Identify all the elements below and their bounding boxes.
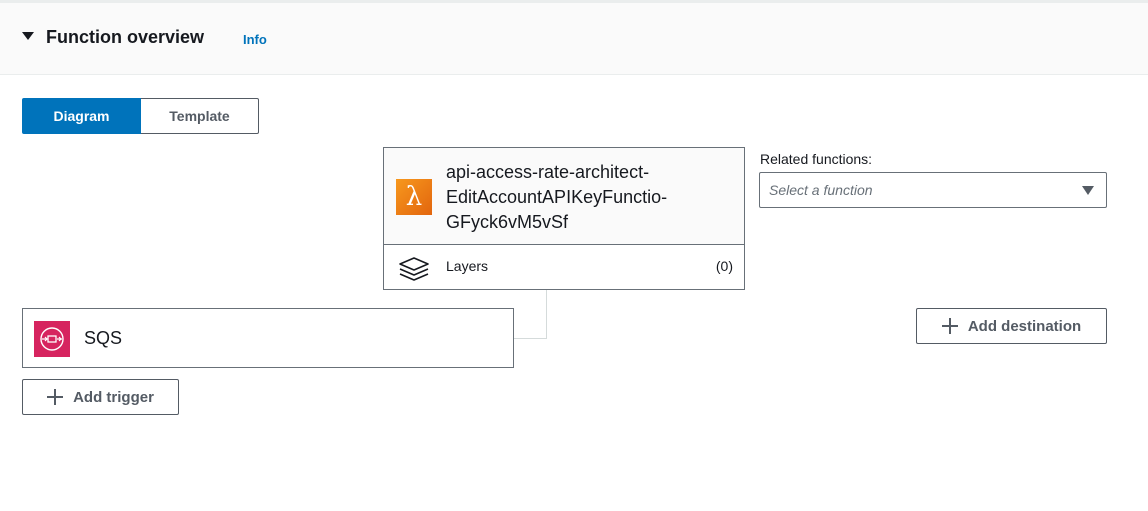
function-name-line: api-access-rate-architect-	[446, 162, 650, 182]
lambda-icon: λ	[396, 179, 432, 215]
related-functions-label: Related functions:	[760, 151, 873, 167]
tab-template[interactable]: Template	[141, 98, 259, 134]
tab-diagram[interactable]: Diagram	[22, 98, 141, 134]
trigger-label: SQS	[84, 328, 123, 348]
sqs-glyph	[40, 327, 64, 351]
function-name-line: EditAccountAPIKeyFunctio-	[446, 187, 668, 207]
layers-row[interactable]: Layers (0)	[384, 245, 744, 289]
layers-count: (0)	[715, 258, 733, 274]
function-name-line: GFyck6vM5vSf	[446, 212, 569, 232]
related-functions-select[interactable]: Select a function	[759, 172, 1107, 208]
function-card: λ api-access-rate-architect- EditAccount…	[383, 147, 745, 290]
trigger-card[interactable]: SQS	[22, 308, 514, 368]
view-toggle: Diagram Template	[22, 98, 259, 134]
caret-down-icon[interactable]	[22, 32, 34, 40]
function-name: api-access-rate-architect- EditAccountAP…	[446, 160, 736, 235]
caret-down-icon	[1082, 186, 1094, 195]
plus-icon	[941, 318, 958, 334]
section-title[interactable]: Function overview	[46, 27, 204, 48]
sqs-icon	[34, 321, 70, 357]
add-destination-button[interactable]: Add destination	[916, 308, 1107, 344]
section-header: Function overview Info	[0, 3, 1148, 75]
info-link[interactable]: Info	[243, 32, 267, 47]
function-card-header[interactable]: λ api-access-rate-architect- EditAccount…	[384, 148, 744, 245]
select-placeholder: Select a function	[769, 182, 873, 198]
connector-line	[514, 338, 547, 339]
layers-icon	[399, 257, 429, 281]
add-trigger-button[interactable]: Add trigger	[22, 379, 179, 415]
connector-line	[546, 290, 547, 339]
layers-label: Layers	[446, 258, 489, 274]
add-destination-label: Add destination	[967, 317, 1082, 335]
plus-icon	[47, 389, 64, 405]
add-trigger-label: Add trigger	[73, 388, 154, 406]
